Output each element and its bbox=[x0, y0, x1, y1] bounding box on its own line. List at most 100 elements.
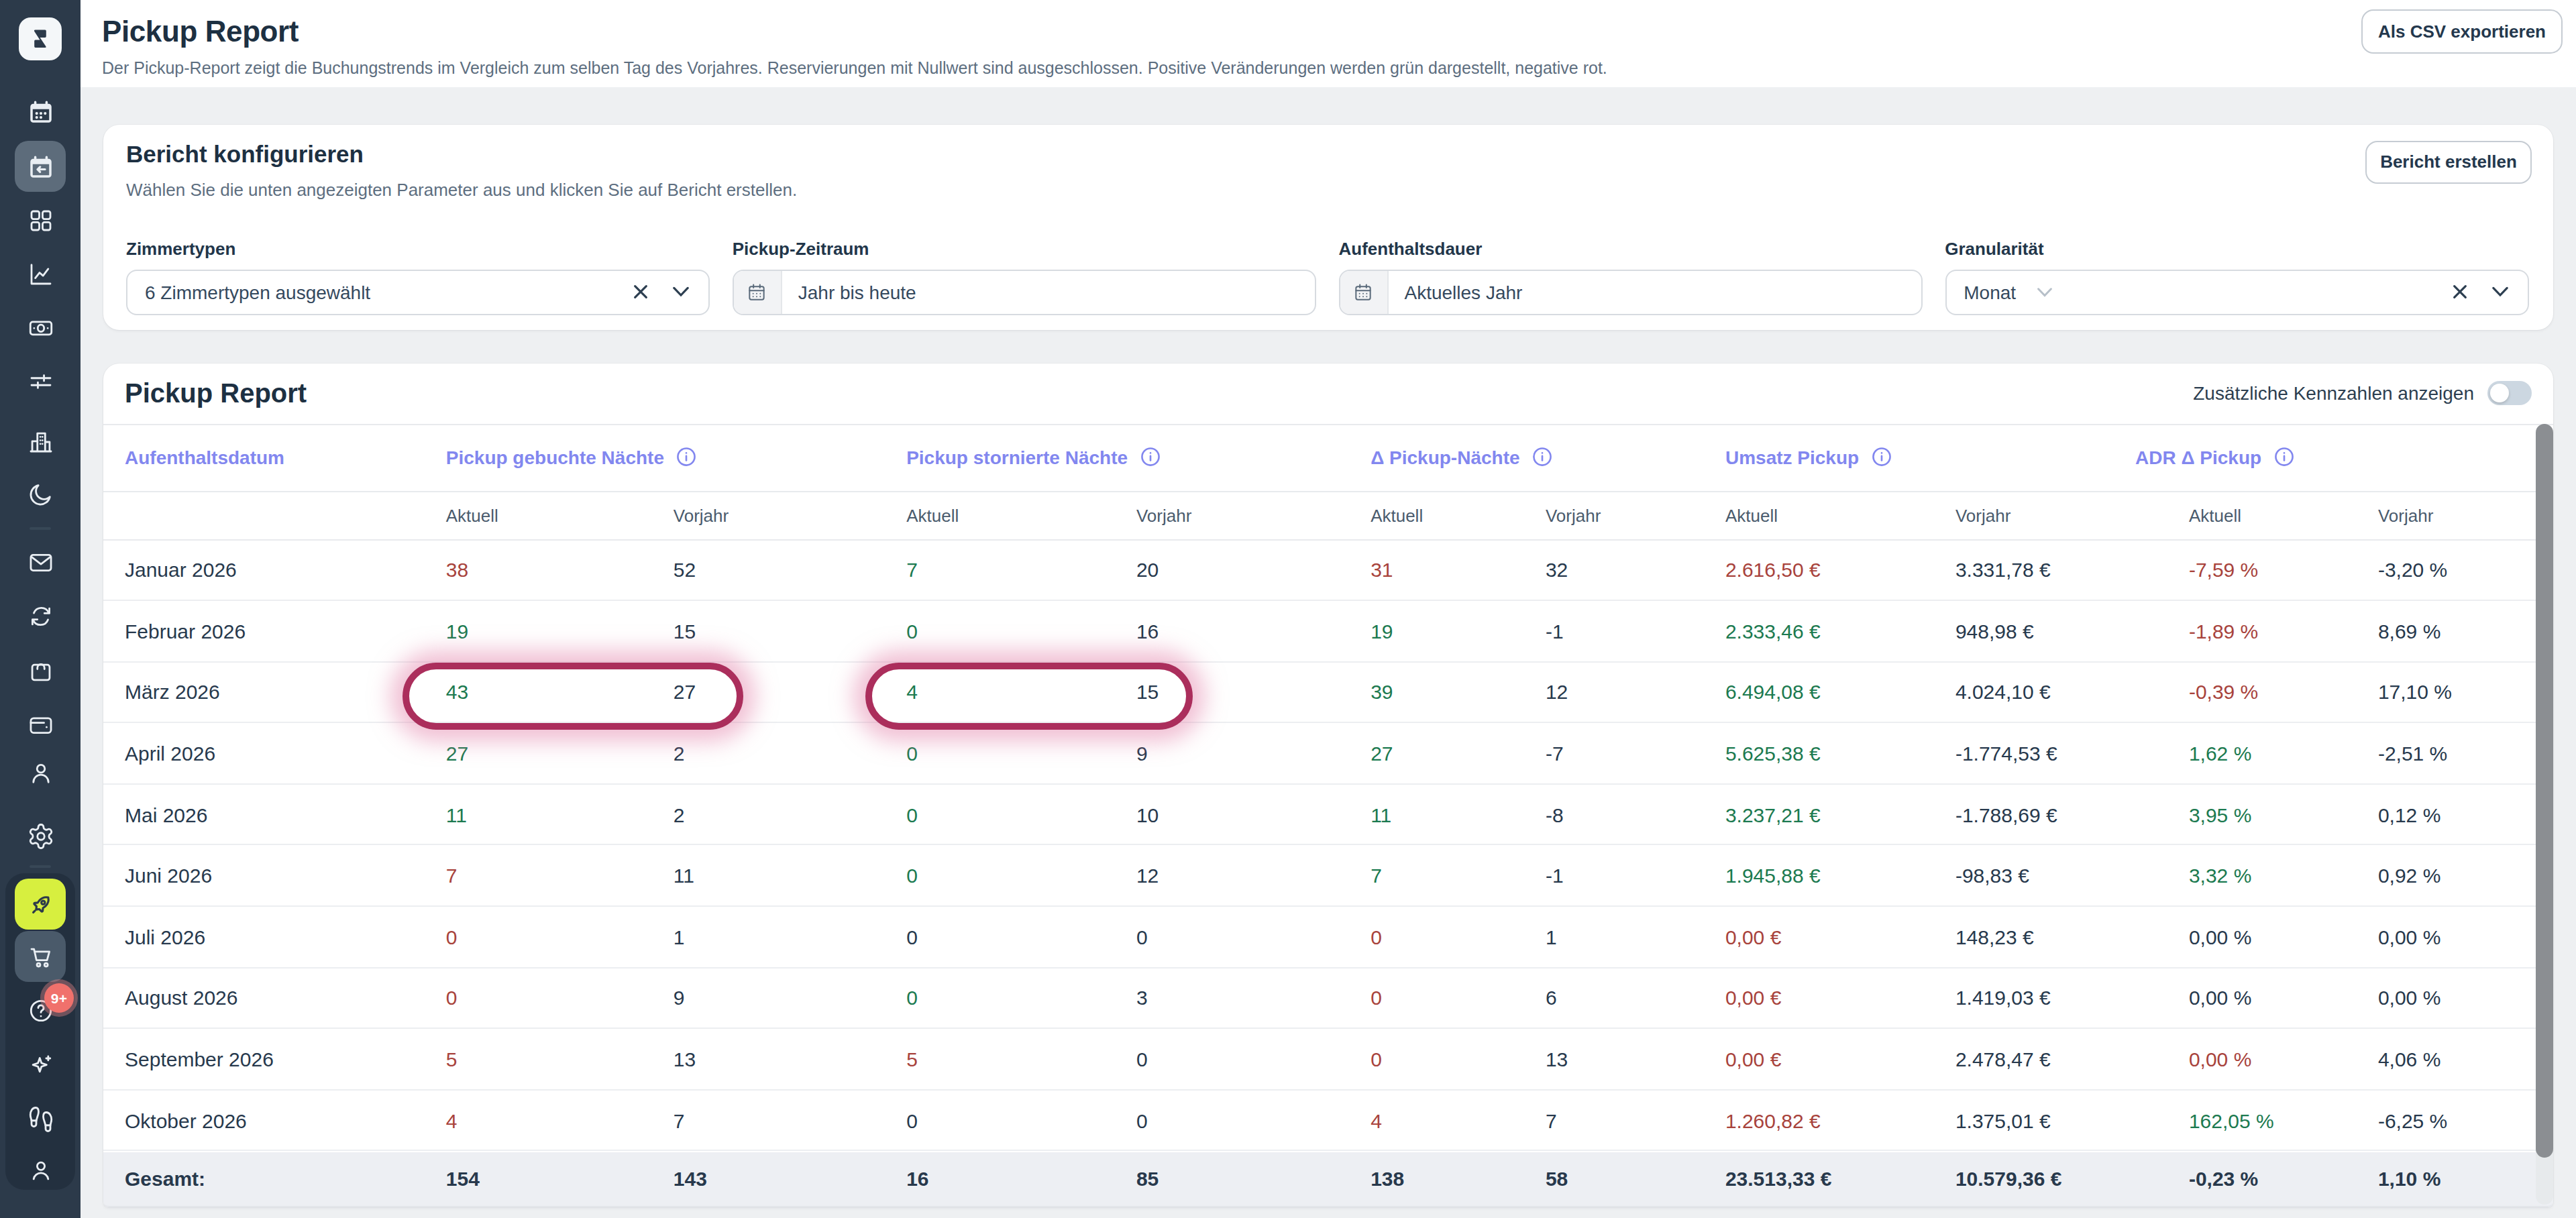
sidebar-item-filters[interactable] bbox=[15, 355, 66, 406]
row-cell: 2.616,50 € bbox=[1725, 540, 1955, 600]
stay-duration-input[interactable]: Aktuelles Jahr bbox=[1339, 270, 1923, 315]
config-card: Bericht konfigurieren Wählen Sie die unt… bbox=[103, 125, 2553, 330]
row-cell: 1,62 % bbox=[2189, 724, 2378, 783]
row-cell: 38 bbox=[446, 540, 674, 600]
row-cell: 1.419,03 € bbox=[1955, 968, 2189, 1028]
info-icon[interactable] bbox=[2273, 447, 2294, 467]
row-cell: -0,39 % bbox=[2189, 662, 2378, 722]
extra-metrics-toggle[interactable] bbox=[2487, 381, 2532, 405]
row-cell: 20 bbox=[1136, 540, 1371, 600]
sidebar-item-analytics[interactable] bbox=[15, 248, 66, 299]
row-cell: 0,12 % bbox=[2378, 785, 2553, 844]
subcolumn-label: Vorjahr bbox=[1136, 491, 1371, 540]
row-cell: 7 bbox=[446, 846, 674, 905]
row-cell: 16 bbox=[1136, 601, 1371, 661]
row-cell: 32 bbox=[1546, 540, 1725, 600]
row-cell: 5 bbox=[446, 1030, 674, 1089]
granularity-select[interactable]: Monat bbox=[1945, 270, 2529, 315]
sidebar-item-sync[interactable] bbox=[15, 590, 66, 641]
app-logo[interactable] bbox=[19, 17, 62, 60]
grid-icon bbox=[26, 206, 54, 234]
info-icon[interactable] bbox=[1140, 447, 1160, 467]
sidebar-item-settings[interactable] bbox=[15, 810, 66, 861]
sidebar-item-cart[interactable] bbox=[15, 931, 66, 982]
clear-icon[interactable] bbox=[621, 271, 661, 313]
table-row: Januar 2026 385272031322.616,50 €3.331,7… bbox=[103, 540, 2553, 601]
sidebar-item-rocket[interactable] bbox=[15, 879, 66, 930]
sidebar-item-guests[interactable] bbox=[15, 747, 66, 798]
row-month: Februar 2026 bbox=[103, 601, 446, 661]
row-cell: 43 bbox=[446, 662, 674, 722]
room-types-value: 6 Zimmertypen ausgewählt bbox=[127, 282, 370, 303]
row-cell: 11 bbox=[446, 785, 674, 844]
sidebar-item-wallet[interactable] bbox=[15, 699, 66, 750]
line-chart-icon bbox=[26, 260, 54, 288]
row-cell: 4 bbox=[446, 1091, 674, 1150]
sidebar-divider bbox=[30, 865, 51, 868]
row-cell: 6.494,08 € bbox=[1725, 662, 1955, 722]
room-types-select[interactable]: 6 Zimmertypen ausgewählt bbox=[126, 270, 710, 315]
subcolumn-label: Vorjahr bbox=[674, 491, 906, 540]
row-cell: 9 bbox=[1136, 724, 1371, 783]
row-cell: -1,89 % bbox=[2189, 601, 2378, 661]
scrollbar-track[interactable] bbox=[2535, 424, 2553, 1204]
page-header: Pickup Report Der Pickup-Report zeigt di… bbox=[80, 0, 2576, 87]
row-cell: 0 bbox=[1371, 1030, 1546, 1089]
bag-icon bbox=[26, 657, 54, 685]
row-cell: 0,00 € bbox=[1725, 1030, 1955, 1089]
pickup-period-input[interactable]: Jahr bis heute bbox=[733, 270, 1317, 315]
table-row: Mai 2026 11201011-83.237,21 €-1.788,69 €… bbox=[103, 785, 2553, 846]
sidebar-item-account[interactable] bbox=[15, 1144, 66, 1195]
sidebar-item-night[interactable] bbox=[15, 468, 66, 519]
row-cell: -1 bbox=[1546, 601, 1725, 661]
export-csv-button[interactable]: Als CSV exportieren bbox=[2361, 9, 2563, 54]
row-cell: -7,59 % bbox=[2189, 540, 2378, 600]
row-cell: 0 bbox=[1136, 1091, 1371, 1150]
sidebar-item-modules[interactable] bbox=[15, 195, 66, 245]
row-month: September 2026 bbox=[103, 1030, 446, 1089]
row-cell: 2 bbox=[674, 724, 906, 783]
row-cell: 0 bbox=[906, 968, 1136, 1028]
help-badge: 9+ bbox=[44, 983, 74, 1013]
row-month: August 2026 bbox=[103, 968, 446, 1028]
clear-icon[interactable] bbox=[2439, 271, 2479, 313]
scrollbar-thumb[interactable] bbox=[2535, 424, 2553, 1157]
sidebar-item-property[interactable] bbox=[15, 416, 66, 467]
create-report-button[interactable]: Bericht erstellen bbox=[2365, 140, 2532, 183]
row-cell: 3 bbox=[1136, 968, 1371, 1028]
total-cell: -0,23 % bbox=[2189, 1152, 2378, 1205]
sidebar-item-assistant[interactable] bbox=[15, 1040, 66, 1091]
config-fields: Zimmertypen 6 Zimmertypen ausgewählt Pic… bbox=[126, 239, 2529, 315]
row-cell: 12 bbox=[1546, 662, 1725, 722]
subcolumn-label: Vorjahr bbox=[2378, 491, 2553, 540]
field-room-types: Zimmertypen 6 Zimmertypen ausgewählt bbox=[126, 239, 710, 315]
sidebar-item-pickup-calendar[interactable] bbox=[15, 141, 66, 192]
row-cell: -7 bbox=[1546, 724, 1725, 783]
info-icon[interactable] bbox=[1532, 447, 1552, 467]
row-cell: 0 bbox=[446, 968, 674, 1028]
row-cell: 0 bbox=[1136, 1030, 1371, 1089]
sidebar-item-calendar[interactable] bbox=[15, 86, 66, 137]
row-cell: 2.333,46 € bbox=[1725, 601, 1955, 661]
info-icon[interactable] bbox=[676, 447, 696, 467]
row-cell: 1.375,01 € bbox=[1955, 1091, 2189, 1150]
chevron-down-icon[interactable] bbox=[661, 271, 701, 313]
sidebar-item-tracking[interactable] bbox=[15, 1093, 66, 1144]
row-cell: 0 bbox=[1371, 968, 1546, 1028]
info-icon[interactable] bbox=[1871, 447, 1891, 467]
sidebar-item-shop[interactable] bbox=[15, 645, 66, 696]
sidebar-item-payments[interactable] bbox=[15, 302, 66, 353]
subcolumn-label: Vorjahr bbox=[1955, 491, 2189, 540]
row-month: Juli 2026 bbox=[103, 907, 446, 966]
chevron-down-icon[interactable] bbox=[2479, 271, 2520, 313]
field-granularity: Granularität Monat bbox=[1945, 239, 2529, 315]
row-cell: 15 bbox=[1136, 662, 1371, 722]
moon-icon bbox=[26, 480, 54, 508]
row-cell: 0,00 % bbox=[2189, 1030, 2378, 1089]
row-cell: -2,51 % bbox=[2378, 724, 2553, 783]
toggle-knob bbox=[2490, 384, 2509, 402]
sidebar-item-messages[interactable] bbox=[15, 537, 66, 588]
row-cell: 17,10 % bbox=[2378, 662, 2553, 722]
gear-icon bbox=[26, 822, 54, 850]
calendar-prefix-icon bbox=[1340, 271, 1389, 313]
